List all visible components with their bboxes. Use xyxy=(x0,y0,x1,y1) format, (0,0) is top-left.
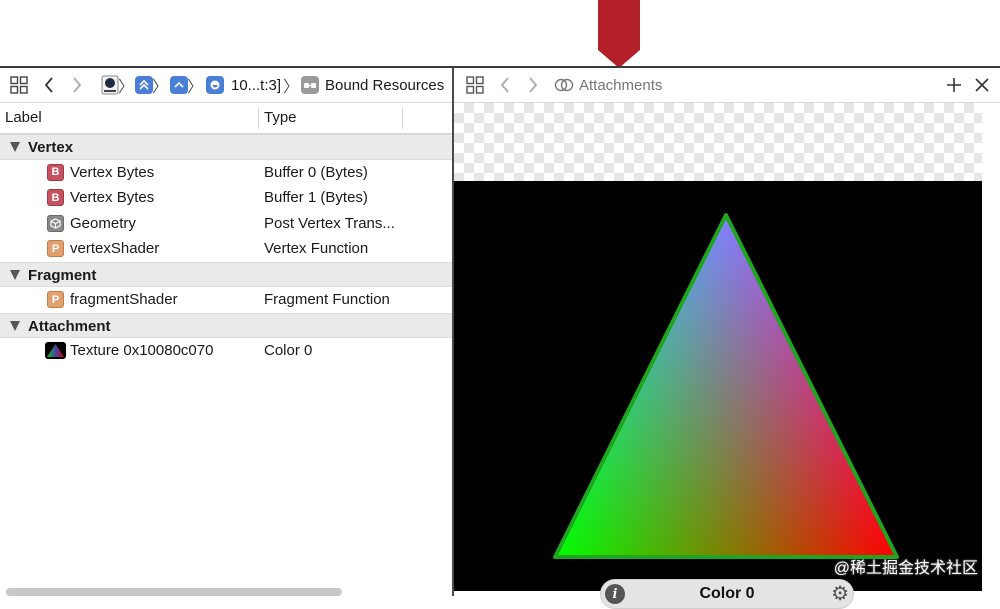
column-header-type[interactable]: Type xyxy=(264,103,297,133)
close-icon[interactable] xyxy=(972,68,992,102)
attachments-icon[interactable] xyxy=(554,68,574,102)
bound-resources-icon[interactable] xyxy=(299,68,321,102)
texture-thumbnail-icon xyxy=(45,342,66,359)
resource-type: Buffer 0 (Bytes) xyxy=(264,163,368,181)
group-name: Vertex xyxy=(28,139,74,156)
resource-type: Fragment Function xyxy=(264,291,390,308)
list-item[interactable]: P fragmentShader Fragment Function xyxy=(0,287,452,313)
attachment-info-bar: i Color 0 ⚙ xyxy=(600,579,854,609)
breadcrumb-current[interactable]: Bound Resources xyxy=(325,68,450,102)
list-item[interactable]: P vertexShader Vertex Function xyxy=(0,236,452,262)
breadcrumb-separator: 〉 xyxy=(283,79,300,96)
column-divider[interactable] xyxy=(402,107,403,129)
buffer-icon: B xyxy=(47,189,64,206)
back-icon[interactable] xyxy=(496,68,514,102)
group-name: Attachment xyxy=(28,317,111,335)
forward-icon[interactable] xyxy=(68,68,86,102)
attachments-title[interactable]: Attachments xyxy=(579,68,679,102)
list-item[interactable]: Geometry Post Vertex Trans... xyxy=(0,211,452,237)
table-header: Label Type xyxy=(0,103,452,134)
program-icon: P xyxy=(47,291,64,308)
right-toolbar: Attachments xyxy=(454,68,1000,103)
breadcrumb-frame[interactable]: 10...t:3] xyxy=(231,68,289,102)
group-fragment[interactable]: Fragment xyxy=(0,261,452,287)
column-divider[interactable] xyxy=(258,107,259,129)
back-icon[interactable] xyxy=(40,68,58,102)
breadcrumb-separator: 〉 xyxy=(118,79,135,96)
gear-icon[interactable]: ⚙ xyxy=(831,582,849,606)
column-header-label[interactable]: Label xyxy=(5,103,42,133)
forward-icon[interactable] xyxy=(524,68,542,102)
group-name: Fragment xyxy=(28,266,97,284)
grid-icon[interactable] xyxy=(464,68,486,102)
grid-icon[interactable] xyxy=(8,68,30,102)
resource-type: Buffer 1 (Bytes) xyxy=(264,189,368,206)
horizontal-scrollbar[interactable] xyxy=(6,588,342,596)
group-vertex[interactable]: Vertex xyxy=(0,134,452,160)
list-item[interactable]: B Vertex Bytes Buffer 1 (Bytes) xyxy=(0,185,452,211)
program-icon: P xyxy=(47,240,64,257)
breadcrumb-separator: 〉 xyxy=(187,79,204,96)
bound-resources-panel: 〉 〉 〉 10...t:3] 〉 Bound Resources Label … xyxy=(0,68,454,596)
resource-type: Post Vertex Trans... xyxy=(264,214,395,232)
attachments-panel: Attachments i Color 0 ⚙ @稀土掘金技术社区 xyxy=(454,68,1000,609)
buffer-icon: B xyxy=(47,163,64,181)
disclosure-triangle-icon[interactable] xyxy=(10,269,20,280)
pointer-marker xyxy=(598,0,640,68)
group-attachment[interactable]: Attachment xyxy=(0,312,452,338)
attachment-viewer[interactable]: i Color 0 ⚙ xyxy=(454,103,982,609)
resource-label: Geometry xyxy=(70,214,136,232)
list-item[interactable]: Texture 0x10080c070 Color 0 xyxy=(0,338,452,364)
rendered-triangle xyxy=(553,213,899,559)
color-attachment-canvas[interactable] xyxy=(454,181,982,591)
geometry-icon xyxy=(47,214,64,232)
resource-label: Vertex Bytes xyxy=(70,189,155,206)
debugger-window: 〉 〉 〉 10...t:3] 〉 Bound Resources Label … xyxy=(0,66,1000,609)
resource-label: vertexShader xyxy=(70,240,160,257)
add-icon[interactable] xyxy=(944,68,964,102)
resource-type: Vertex Function xyxy=(264,240,369,257)
disclosure-triangle-icon[interactable] xyxy=(10,320,20,331)
resource-label: Texture 0x10080c070 xyxy=(70,342,214,359)
breadcrumb-separator: 〉 xyxy=(152,79,169,96)
watermark: @稀土掘金技术社区 xyxy=(833,560,978,577)
resource-label: fragmentShader xyxy=(70,291,178,308)
disclosure-triangle-icon[interactable] xyxy=(10,142,20,152)
trace-file-icon[interactable] xyxy=(100,68,120,102)
attachment-name: Color 0 xyxy=(699,585,755,602)
resource-list: Vertex B Vertex Bytes Buffer 0 (Bytes) B… xyxy=(0,134,452,364)
draw-call-icon[interactable] xyxy=(205,68,225,102)
encoder-icon[interactable] xyxy=(169,68,189,102)
resource-type: Color 0 xyxy=(264,342,313,359)
resource-label: Vertex Bytes xyxy=(70,163,155,181)
command-buffer-icon[interactable] xyxy=(134,68,154,102)
left-toolbar: 〉 〉 〉 10...t:3] 〉 Bound Resources xyxy=(0,68,452,103)
list-item[interactable]: B Vertex Bytes Buffer 0 (Bytes) xyxy=(0,160,452,186)
